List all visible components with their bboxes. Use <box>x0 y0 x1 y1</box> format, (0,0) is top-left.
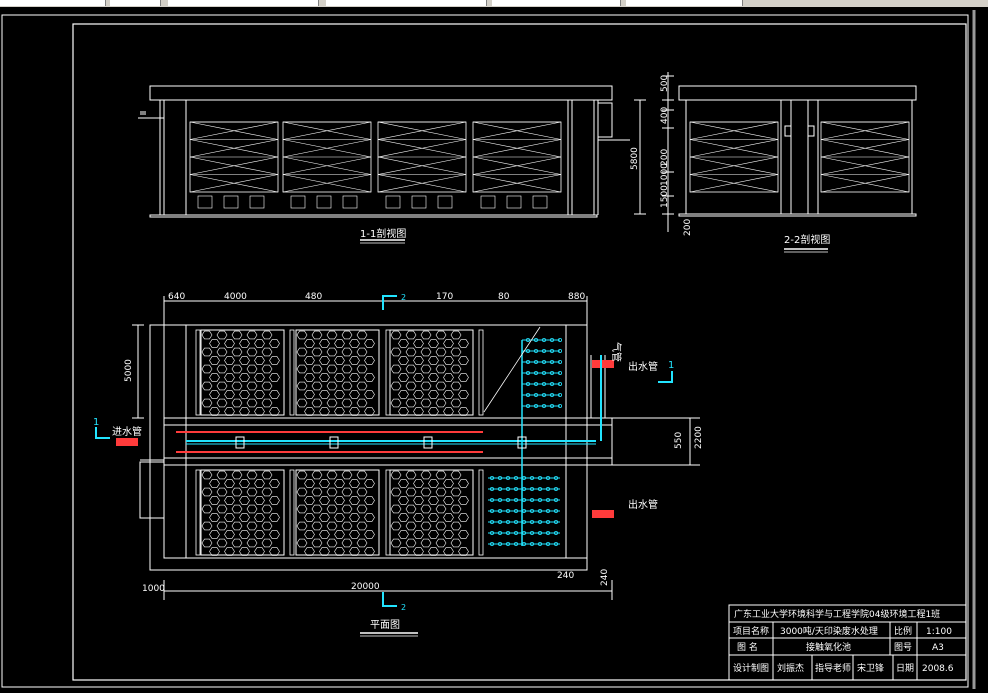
toolbar-strip <box>0 0 988 7</box>
diffuser-row <box>488 475 560 480</box>
tb-no-label: 图号 <box>894 642 912 653</box>
dim-480: 480 <box>305 292 322 302</box>
vent-label: 气管 <box>610 342 623 362</box>
outlet-pipe-bottom <box>592 510 614 518</box>
diffuser-row <box>522 370 563 375</box>
diffuser-row <box>522 403 563 408</box>
section-marker-2-top: 2 <box>401 293 406 302</box>
truss-panel <box>189 121 279 193</box>
dim-s22-5800: 5800 <box>630 147 640 170</box>
baffle-wall <box>478 469 484 556</box>
truss-panel <box>377 121 467 193</box>
media-fill-group <box>195 329 484 556</box>
section-marker-1-right: 1 <box>668 360 674 371</box>
plan-title: 平面图 <box>370 619 400 631</box>
dim-240-a: 240 <box>557 571 574 581</box>
dim-20000: 20000 <box>351 582 380 592</box>
diffuser-row <box>522 337 563 342</box>
toolbar-cell[interactable] <box>326 0 487 6</box>
truss-panel <box>472 121 562 193</box>
diffuser-row <box>488 542 560 547</box>
baffle-wall <box>385 329 391 416</box>
tb-designer-value: 刘振杰 <box>777 662 804 674</box>
partition-diagonal <box>483 326 541 413</box>
baffle-wall <box>195 469 201 556</box>
dim-880: 880 <box>568 292 585 302</box>
hex-media-cell <box>295 329 380 416</box>
section-truss-group <box>189 121 910 209</box>
inlet-pipe <box>116 438 138 446</box>
dim-s22-400: 400 <box>660 107 670 124</box>
truss-panel <box>282 121 372 193</box>
dim-240-b: 240 <box>600 569 610 586</box>
truss-panel <box>820 121 910 193</box>
dim-s22-1000: 1000 <box>660 163 670 186</box>
section-1-1-title: 1-1剖视图 <box>360 227 406 240</box>
hex-media-cell <box>389 329 474 416</box>
tb-project-label: 项目名称 <box>733 625 769 637</box>
baffle-wall <box>195 329 201 416</box>
baffle-wall <box>478 329 484 416</box>
dim-80: 80 <box>498 292 510 302</box>
dim-2200: 2200 <box>694 426 704 449</box>
tb-scale-value: 1:100 <box>926 627 952 637</box>
diffuser-row <box>488 497 560 502</box>
dim-s22-200b: 200 <box>683 219 693 236</box>
dim-5000: 5000 <box>124 359 134 382</box>
hex-media-cell <box>200 469 285 556</box>
diffuser-row <box>522 359 563 364</box>
section-marker-1-left: 1 <box>93 417 99 428</box>
tb-advisor-value: 宋卫锋 <box>857 662 884 674</box>
dim-640: 640 <box>168 292 185 302</box>
diffuser-row <box>488 508 560 513</box>
baffle-wall <box>289 469 295 556</box>
tb-no-value: A3 <box>932 643 944 653</box>
tb-project-value: 3000吨/天印染废水处理 <box>780 625 878 637</box>
diffuser-row <box>488 486 560 491</box>
tb-designer-label: 设计制图 <box>733 662 769 674</box>
dim-170: 170 <box>436 292 453 302</box>
hex-media-cell <box>389 469 474 556</box>
section-2-2 <box>634 72 917 232</box>
tb-drawing-label: 图 名 <box>737 641 758 653</box>
inlet-label: 进水管 <box>112 425 142 438</box>
tb-drawing-value: 接触氧化池 <box>806 641 851 653</box>
outlet-label-bottom: 出水管 <box>628 498 658 511</box>
baffle-wall <box>289 329 295 416</box>
diffuser-row <box>522 392 563 397</box>
tb-advisor-label: 指导老师 <box>815 662 851 674</box>
dim-s22-1500: 1500 <box>660 185 670 208</box>
diffuser-row <box>522 348 563 353</box>
dim-1000: 1000 <box>142 584 165 594</box>
tb-school: 广东工业大学环境科学与工程学院04级环境工程1班 <box>734 608 940 620</box>
toolbar-cell[interactable] <box>110 0 161 6</box>
hex-media-cell <box>295 469 380 556</box>
section-marker-2-bottom: 2 <box>401 603 406 612</box>
dim-550: 550 <box>674 432 684 449</box>
valve <box>235 436 245 449</box>
hex-media-cell <box>200 329 285 416</box>
outlet-label-top: 出水管 <box>628 360 658 373</box>
dim-4000: 4000 <box>224 292 247 302</box>
section-2-2-title: 2-2剖视图 <box>784 233 830 246</box>
toolbar-cell[interactable] <box>0 0 106 6</box>
dim-s22-500: 500 <box>660 75 670 92</box>
truss-panel <box>689 121 779 193</box>
tb-date-label: 日期 <box>896 663 914 674</box>
toolbar-cell[interactable] <box>168 0 319 6</box>
diffuser-row <box>488 520 560 525</box>
diffuser-row <box>522 381 563 386</box>
tb-date-value: 2008.6 <box>922 664 954 674</box>
diffuser-row <box>488 531 560 536</box>
valve <box>423 436 433 449</box>
drawing-canvas[interactable]: 640 4000 480 170 80 880 5000 550 2200 20… <box>0 8 988 689</box>
baffle-wall <box>385 469 391 556</box>
tb-scale-label: 比例 <box>894 625 912 637</box>
toolbar-cell[interactable] <box>492 0 621 6</box>
toolbar-cell[interactable] <box>626 0 743 6</box>
pipe-network <box>116 340 614 546</box>
valve <box>329 436 339 449</box>
